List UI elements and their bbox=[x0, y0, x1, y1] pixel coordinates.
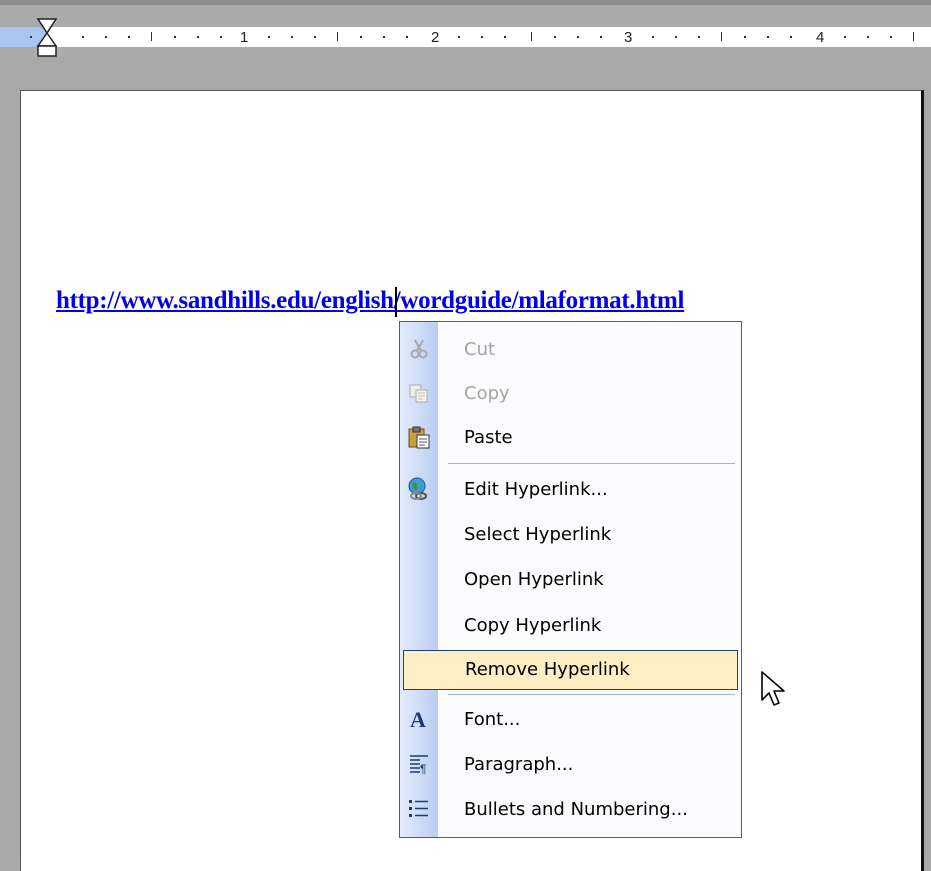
menu-item-copy-hyperlink[interactable]: Copy Hyperlink bbox=[400, 604, 741, 648]
mouse-cursor-icon bbox=[761, 671, 785, 706]
hyperlink-text[interactable]: http://www.sandhills.edu/english/wordgui… bbox=[56, 287, 684, 315]
ruler-tick bbox=[790, 36, 792, 38]
menu-item-font[interactable]: A Font... bbox=[400, 698, 741, 742]
ruler-tick bbox=[220, 36, 222, 38]
ruler-tick bbox=[105, 36, 107, 38]
ruler-tick bbox=[314, 36, 316, 38]
ruler-tick bbox=[458, 36, 460, 38]
text-caret bbox=[395, 287, 397, 317]
ruler-tick bbox=[577, 36, 579, 38]
svg-text:A: A bbox=[410, 707, 426, 731]
menu-item-open-hyperlink[interactable]: Open Hyperlink bbox=[400, 558, 741, 602]
globe-link-icon bbox=[406, 476, 432, 502]
menu-item-remove-hyperlink[interactable]: Remove Hyperlink bbox=[403, 650, 738, 690]
paste-icon bbox=[406, 424, 432, 450]
paragraph-icon: ¶ bbox=[406, 751, 432, 777]
ruler-tick bbox=[406, 36, 408, 38]
menu-separator bbox=[448, 463, 735, 464]
menu-separator bbox=[448, 694, 735, 695]
ruler-tick bbox=[268, 36, 270, 38]
ruler-half-mark bbox=[337, 32, 338, 41]
menu-item-label: Paste bbox=[464, 427, 513, 448]
svg-text:¶: ¶ bbox=[420, 762, 426, 776]
ruler-half-mark bbox=[531, 32, 532, 41]
ruler-tick bbox=[360, 36, 362, 38]
ruler-tick bbox=[554, 36, 556, 38]
menu-item-label: Font... bbox=[464, 709, 521, 730]
copy-icon bbox=[406, 380, 432, 406]
menu-item-bullets-numbering[interactable]: Bullets and Numbering... bbox=[400, 788, 741, 832]
menu-item-paste[interactable]: Paste bbox=[400, 416, 741, 460]
menu-item-cut[interactable]: Cut bbox=[400, 328, 741, 372]
menu-item-label: Bullets and Numbering... bbox=[464, 799, 688, 820]
ruler-tick bbox=[291, 36, 293, 38]
ruler-tick bbox=[767, 36, 769, 38]
ruler-number: 4 bbox=[816, 29, 825, 46]
font-icon: A bbox=[406, 706, 432, 732]
ruler-tick bbox=[744, 36, 746, 38]
menu-item-label: Select Hyperlink bbox=[464, 524, 612, 545]
ruler-half-mark bbox=[721, 32, 722, 41]
menu-item-edit-hyperlink[interactable]: Edit Hyperlink... bbox=[400, 468, 741, 512]
indent-marker-icon[interactable] bbox=[36, 18, 58, 58]
ruler-tick bbox=[383, 36, 385, 38]
menu-item-select-hyperlink[interactable]: Select Hyperlink bbox=[400, 513, 741, 557]
ruler-tick bbox=[890, 36, 892, 38]
bullets-icon bbox=[406, 796, 432, 822]
ruler-tick bbox=[652, 36, 654, 38]
menu-item-label: Cut bbox=[464, 339, 496, 360]
ruler-tick bbox=[197, 36, 199, 38]
menu-item-label: Open Hyperlink bbox=[464, 569, 604, 590]
ruler-tick bbox=[675, 36, 677, 38]
menu-item-label: Edit Hyperlink... bbox=[464, 479, 608, 500]
menu-item-label: Paragraph... bbox=[464, 754, 574, 775]
ruler-tick bbox=[30, 36, 32, 38]
menu-item-copy[interactable]: Copy bbox=[400, 372, 741, 416]
menu-item-label: Copy Hyperlink bbox=[464, 615, 602, 636]
scissors-icon bbox=[406, 336, 432, 362]
ruler-number: 1 bbox=[240, 29, 249, 46]
menu-item-label: Copy bbox=[464, 383, 510, 404]
ruler-tick bbox=[82, 36, 84, 38]
ruler-number: 2 bbox=[431, 29, 440, 46]
ruler-tick bbox=[844, 36, 846, 38]
ruler-tick bbox=[867, 36, 869, 38]
ruler-tick bbox=[504, 36, 506, 38]
ruler-number: 3 bbox=[624, 29, 633, 46]
ruler-tick bbox=[698, 36, 700, 38]
context-menu: Cut Copy Paste Edit Hyperlink... Select … bbox=[399, 321, 742, 838]
ruler-half-mark bbox=[913, 32, 914, 41]
horizontal-ruler[interactable]: 1 2 3 4 bbox=[0, 5, 931, 57]
menu-item-label: Remove Hyperlink bbox=[465, 659, 630, 680]
ruler-half-mark bbox=[151, 32, 152, 41]
menu-item-paragraph[interactable]: ¶ Paragraph... bbox=[400, 743, 741, 787]
ruler-tick bbox=[174, 36, 176, 38]
ruler-tick bbox=[600, 36, 602, 38]
ruler-tick bbox=[481, 36, 483, 38]
ruler-tick bbox=[128, 36, 130, 38]
